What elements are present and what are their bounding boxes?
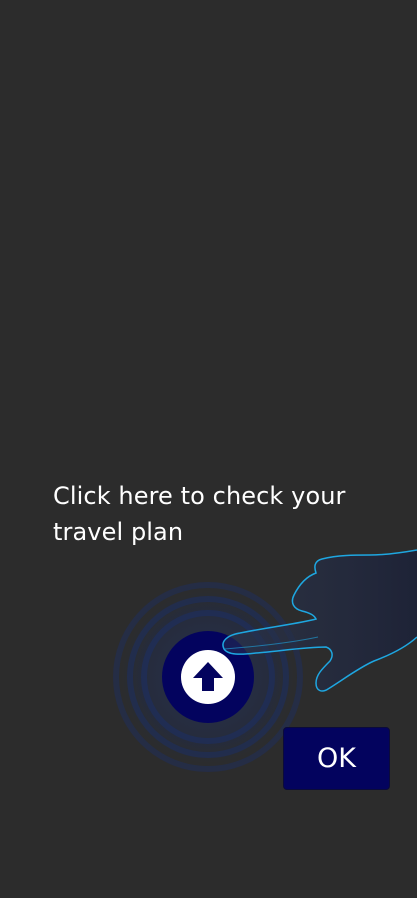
hint-text: Click here to check your travel plan bbox=[53, 482, 346, 546]
ok-button[interactable]: OK bbox=[283, 727, 390, 790]
pointing-hand-icon bbox=[222, 549, 417, 692]
tutorial-overlay: Click here to check your travel plan OK bbox=[0, 0, 417, 898]
